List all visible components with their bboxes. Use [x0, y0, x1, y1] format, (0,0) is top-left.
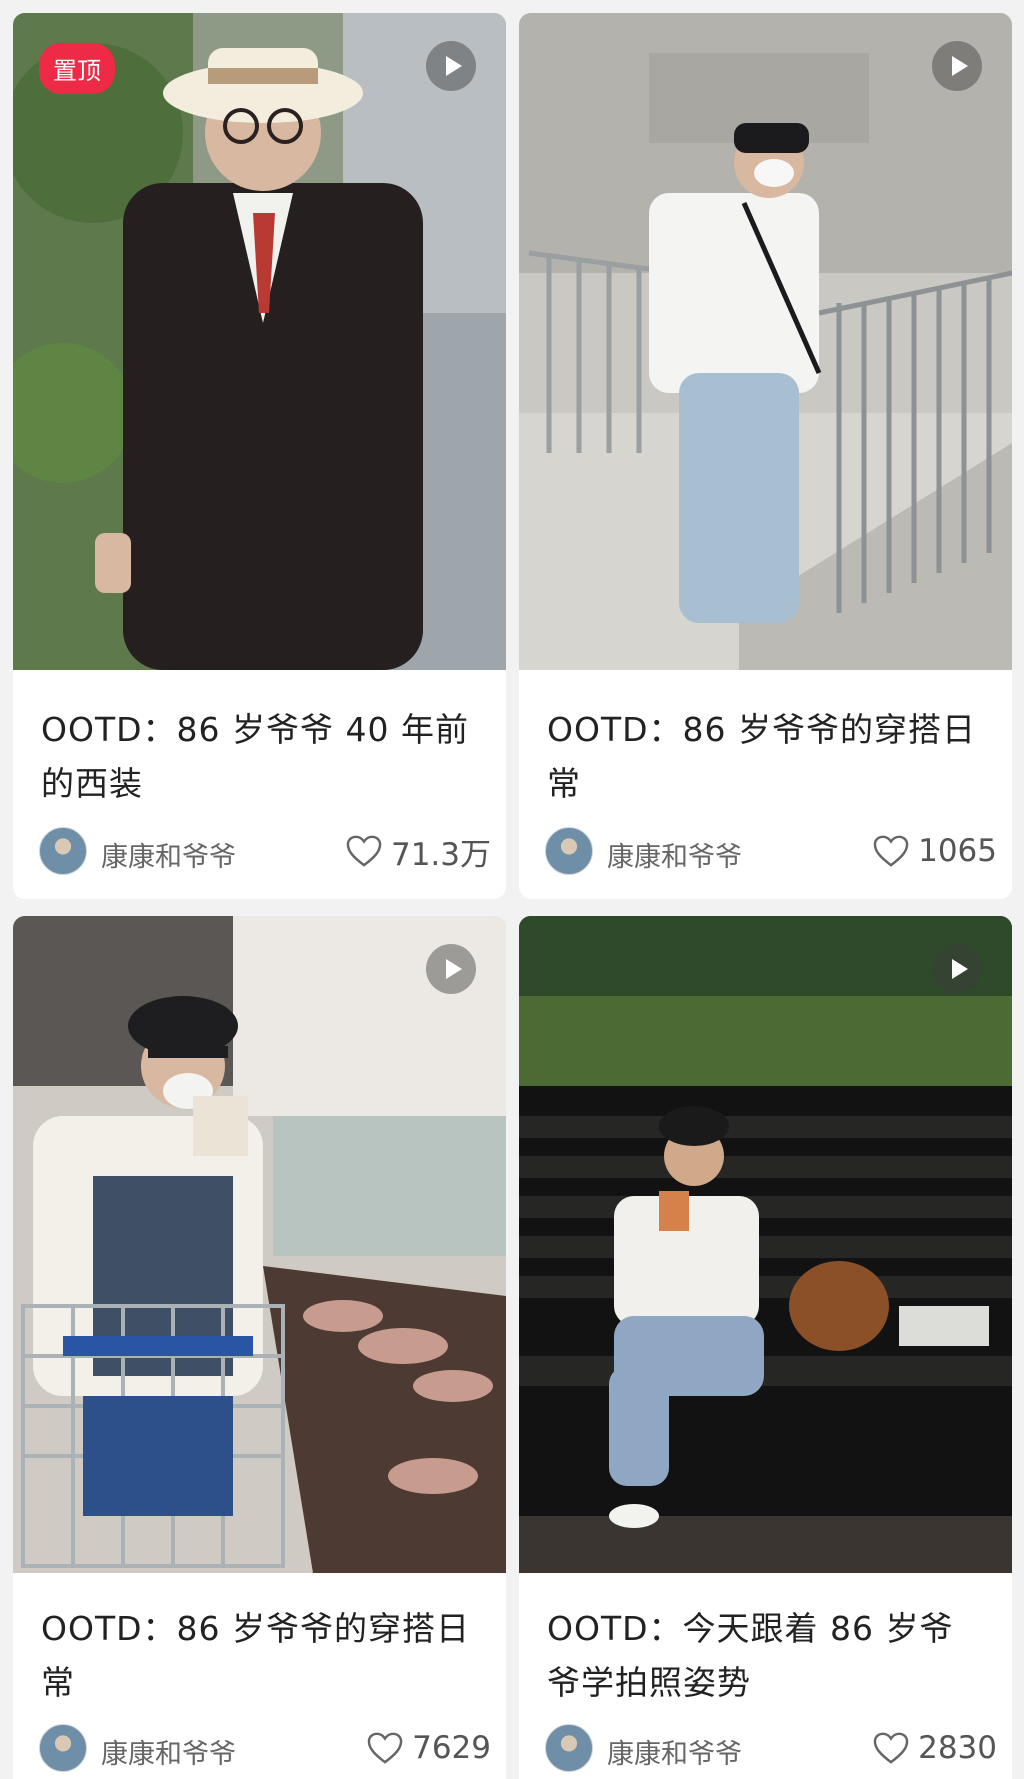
cover-photo-stairs [519, 13, 1012, 670]
avatar[interactable] [39, 827, 87, 875]
note-card[interactable]: OOTD：86 岁爷爷的穿搭日常 康康和爷爷 7629 [13, 916, 506, 1779]
play-icon [932, 944, 982, 994]
note-cover-image[interactable] [519, 916, 1012, 1573]
note-card[interactable]: 置顶 OOTD：86 岁爷爷 40 年前的西装 康康和爷爷 71.3万 [13, 13, 506, 899]
like-count: 1065 [918, 833, 997, 869]
note-meta: 康康和爷爷 7629 [39, 1724, 491, 1774]
avatar[interactable] [39, 1724, 87, 1772]
note-meta: 康康和爷爷 1065 [545, 827, 997, 877]
play-icon [932, 41, 982, 91]
cover-photo-suit [13, 13, 506, 670]
like-count: 2830 [918, 1730, 997, 1766]
author-name[interactable]: 康康和爷爷 [607, 835, 742, 874]
author-name[interactable]: 康康和爷爷 [607, 1732, 742, 1771]
avatar[interactable] [545, 1724, 593, 1772]
note-card[interactable]: OOTD：86 岁爷爷的穿搭日常 康康和爷爷 1065 [519, 13, 1012, 899]
heart-icon [346, 835, 382, 867]
heart-icon [367, 1732, 403, 1764]
pinned-badge: 置顶 [39, 43, 115, 94]
note-title[interactable]: OOTD：今天跟着 86 岁爷爷学拍照姿势 [547, 1602, 987, 1710]
author-name[interactable]: 康康和爷爷 [101, 835, 236, 874]
like-count: 7629 [412, 1730, 491, 1766]
note-cover-image[interactable] [519, 13, 1012, 670]
cover-photo-bench [519, 916, 1012, 1573]
note-cover-image[interactable] [13, 916, 506, 1573]
note-title[interactable]: OOTD：86 岁爷爷的穿搭日常 [41, 1602, 481, 1710]
author-name[interactable]: 康康和爷爷 [101, 1732, 236, 1771]
cover-photo-supermarket [13, 916, 506, 1573]
like-button[interactable]: 7629 [366, 1728, 491, 1768]
like-button[interactable]: 71.3万 [345, 831, 491, 873]
heart-icon [873, 835, 909, 867]
note-title[interactable]: OOTD：86 岁爷爷 40 年前的西装 [41, 703, 481, 811]
avatar[interactable] [545, 827, 593, 875]
like-button[interactable]: 1065 [872, 831, 997, 871]
note-meta: 康康和爷爷 71.3万 [39, 827, 491, 877]
play-icon [426, 41, 476, 91]
note-meta: 康康和爷爷 2830 [545, 1724, 997, 1774]
heart-icon [873, 1732, 909, 1764]
like-count: 71.3万 [390, 836, 491, 873]
like-button[interactable]: 2830 [872, 1728, 997, 1768]
note-title[interactable]: OOTD：86 岁爷爷的穿搭日常 [547, 703, 987, 811]
note-feed: 置顶 OOTD：86 岁爷爷 40 年前的西装 康康和爷爷 71.3万 OOTD… [0, 0, 1024, 1779]
note-cover-image[interactable]: 置顶 [13, 13, 506, 670]
play-icon [426, 944, 476, 994]
note-card[interactable]: OOTD：今天跟着 86 岁爷爷学拍照姿势 康康和爷爷 2830 [519, 916, 1012, 1779]
